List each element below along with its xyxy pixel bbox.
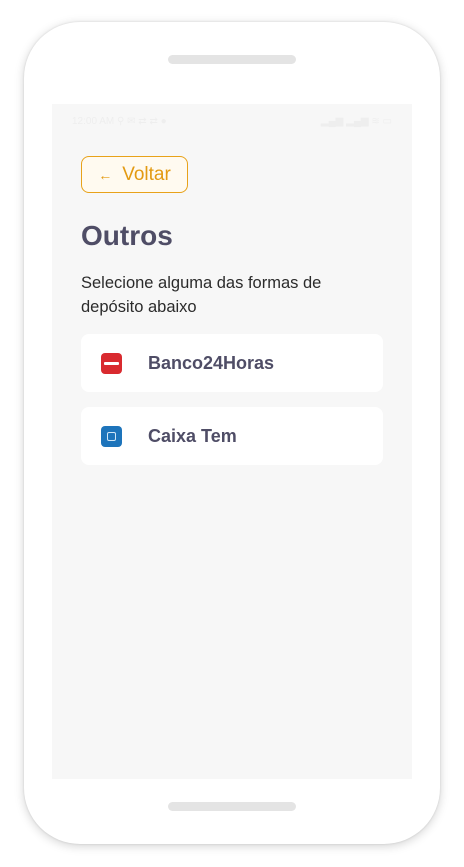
option-banco24horas[interactable]: Banco24Horas: [81, 334, 383, 392]
app-screen: 12:00 AM ⚲ ✉ ⇄ ⇄ ● ▂▄▆ ▂▄▆ ≋ ▭ ← Voltar …: [52, 104, 412, 779]
option-label: Caixa Tem: [148, 425, 237, 446]
arrow-left-icon: ←: [98, 166, 113, 183]
caixa-tem-logo-icon: [101, 425, 122, 447]
banco24horas-logo-icon: [101, 352, 122, 374]
option-label: Banco24Horas: [148, 352, 275, 373]
status-bar-indicators: ▂▄▆ ▂▄▆ ≋ ▭: [320, 116, 392, 127]
option-caixa-tem[interactable]: Caixa Tem: [81, 407, 383, 465]
page-subtitle: Selecione alguma das formas de depósito …: [81, 274, 322, 316]
status-bar-time: 12:00 AM ⚲ ✉ ⇄ ⇄ ●: [72, 116, 167, 127]
page-title: Outros: [81, 220, 173, 251]
phone-speaker: [168, 55, 296, 64]
phone-home-bar: [168, 802, 296, 811]
status-bar: 12:00 AM ⚲ ✉ ⇄ ⇄ ● ▂▄▆ ▂▄▆ ≋ ▭: [52, 114, 412, 130]
back-button[interactable]: ← Voltar: [81, 156, 188, 193]
back-button-label: Voltar: [122, 163, 171, 185]
